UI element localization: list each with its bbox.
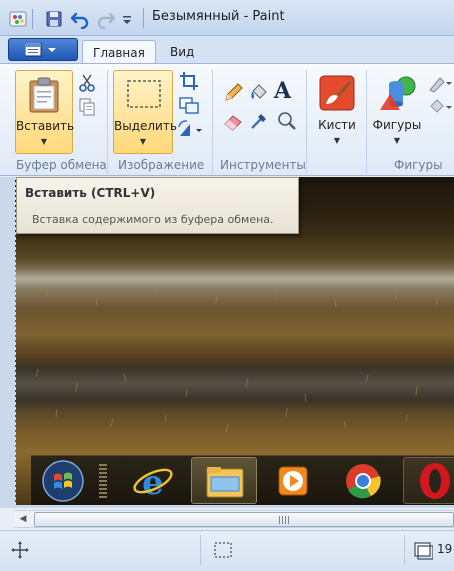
shapes-icon (380, 76, 416, 110)
crop-icon[interactable] (178, 70, 200, 92)
paint-menu-button[interactable] (8, 38, 78, 61)
status-bar: 19 (0, 530, 454, 571)
image-size-text: 19 (437, 542, 453, 556)
title-separator (143, 8, 144, 28)
image-size-icon (414, 542, 433, 560)
text-tool-icon[interactable]: A (274, 78, 291, 104)
undo-icon[interactable] (70, 9, 90, 29)
brush-icon (319, 75, 355, 111)
window-title: Безымянный - Paint (152, 9, 285, 24)
photo-taskbar: e (31, 455, 454, 505)
group-separator (306, 70, 307, 174)
clipboard-icon (29, 77, 59, 113)
paste-tooltip: Вставить (CTRL+V) Вставка содержимого из… (16, 177, 299, 234)
save-icon[interactable] (44, 9, 64, 29)
customize-quick-access-icon[interactable] (120, 9, 134, 29)
menu-icon (25, 43, 56, 57)
media-player-icon[interactable] (271, 459, 315, 503)
windows-start-icon[interactable] (41, 459, 85, 503)
scrollbar-thumb[interactable] (34, 512, 454, 527)
paint-window: Безымянный - Paint Главная Вид Вставить … (0, 0, 454, 571)
image-group-label: Изображение (118, 158, 205, 172)
shapes-dropdown-arrow[interactable]: ▼ (372, 136, 422, 145)
color-picker-icon[interactable] (248, 110, 270, 132)
shapes-label: Фигуры (372, 118, 422, 132)
tab-view[interactable]: Вид (160, 40, 204, 64)
tab-home[interactable]: Главная (82, 40, 156, 64)
paste-button[interactable]: Вставить ▼ (15, 70, 75, 154)
resize-icon[interactable] (178, 94, 200, 116)
horizontal-scrollbar[interactable]: ◀ (14, 510, 454, 528)
windows-explorer-icon (206, 467, 244, 498)
pencil-icon[interactable] (222, 82, 244, 104)
fill-icon[interactable] (426, 96, 454, 118)
copy-icon[interactable] (76, 96, 98, 118)
paste-label: Вставить (16, 119, 75, 133)
select-dropdown-arrow[interactable]: ▼ (114, 137, 172, 146)
tooltip-title: Вставить (CTRL+V) (25, 186, 156, 200)
select-label: Выделить (114, 119, 177, 133)
cut-icon[interactable] (76, 72, 98, 94)
brushes-label: Кисти (318, 118, 356, 132)
rotate-icon[interactable] (176, 118, 206, 140)
title-bar: Безымянный - Paint (0, 0, 454, 36)
fill-bucket-icon[interactable] (248, 82, 270, 104)
scroll-left-arrow[interactable]: ◀ (16, 512, 30, 527)
chrome-icon[interactable] (341, 459, 385, 503)
internet-explorer-icon[interactable]: e (131, 459, 175, 503)
qa-separator (32, 9, 33, 29)
tooltip-description: Вставка содержимого из буфера обмена. (32, 213, 274, 226)
select-rectangle-icon (127, 80, 161, 108)
eraser-icon[interactable] (222, 110, 244, 132)
brushes-button[interactable]: Кисти ▼ (312, 70, 362, 154)
shapes-group-label: Фигуры (394, 158, 443, 172)
status-separator (404, 535, 405, 565)
group-separator (212, 70, 213, 174)
status-separator (200, 535, 201, 565)
scrollbar-grip (279, 516, 289, 524)
selection-size-icon (214, 542, 232, 558)
group-separator (366, 70, 367, 174)
select-button[interactable]: Выделить ▼ (113, 70, 177, 154)
brushes-dropdown-arrow[interactable]: ▼ (312, 136, 362, 145)
ribbon: Вставить ▼ Буфер обмена Выделить ▼ Изобр… (0, 63, 454, 176)
group-separator (107, 70, 108, 174)
paint-app-icon[interactable] (8, 9, 28, 29)
magnifier-icon[interactable] (276, 110, 298, 132)
outline-icon[interactable] (426, 72, 454, 94)
cursor-position-icon (11, 541, 29, 559)
shapes-button[interactable]: Фигуры ▼ (372, 70, 422, 154)
paste-dropdown-arrow[interactable]: ▼ (16, 137, 72, 146)
opera-icon (420, 463, 450, 499)
redo-icon[interactable] (96, 9, 116, 29)
clipboard-group-label: Буфер обмена (16, 158, 107, 172)
taskbar-grip (99, 464, 107, 498)
ribbon-tab-row: Главная Вид (0, 36, 454, 64)
tools-group-label: Инструменты (220, 158, 306, 172)
